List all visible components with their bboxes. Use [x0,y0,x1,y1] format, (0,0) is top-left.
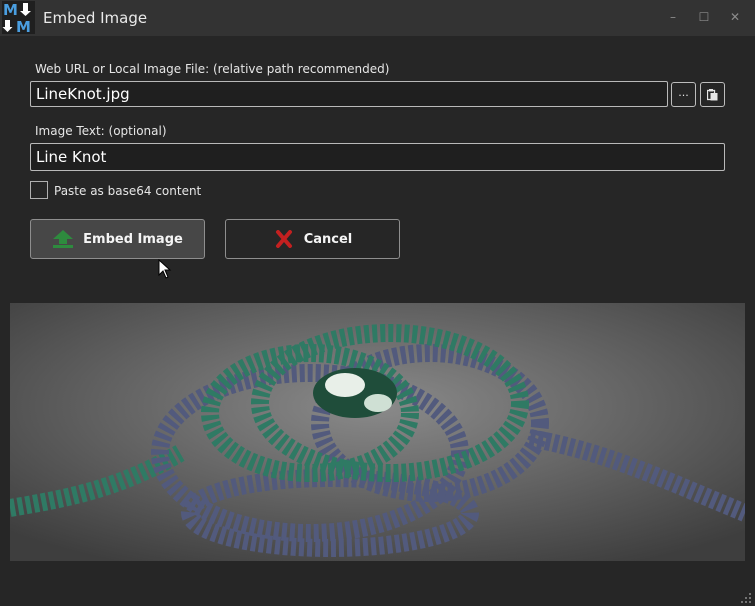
embed-image-button[interactable]: Embed Image [30,219,205,259]
browse-button[interactable]: ... [671,82,696,107]
image-url-input[interactable] [30,81,668,107]
base64-checkbox[interactable] [30,181,48,199]
markdown-monster-logo-icon: M M [2,1,35,34]
close-button[interactable]: ✕ [726,8,744,26]
clipboard-icon [706,89,718,101]
embed-image-label: Embed Image [83,231,183,247]
cancel-label: Cancel [303,231,353,247]
red-x-icon [275,230,292,248]
mouse-pointer-icon [158,259,172,279]
paste-clipboard-button[interactable] [700,82,725,107]
svg-text:M: M [16,18,31,34]
image-text-input[interactable] [30,143,725,171]
upload-arrow-icon [53,230,74,248]
svg-text:M: M [3,1,18,19]
image-text-label: Image Text: (optional) [35,124,167,138]
url-label: Web URL or Local Image File: (relative p… [35,62,390,76]
title-bar: M M Embed Image – ☐ ✕ [0,0,755,36]
image-preview [10,303,745,561]
minimize-button[interactable]: – [664,8,682,26]
cancel-button[interactable]: Cancel [225,219,400,259]
resize-grip-icon[interactable] [740,592,752,604]
base64-label[interactable]: Paste as base64 content [54,184,201,198]
maximize-button[interactable]: ☐ [695,8,713,26]
rope-knot-image [10,303,745,561]
window-title: Embed Image [43,9,148,27]
